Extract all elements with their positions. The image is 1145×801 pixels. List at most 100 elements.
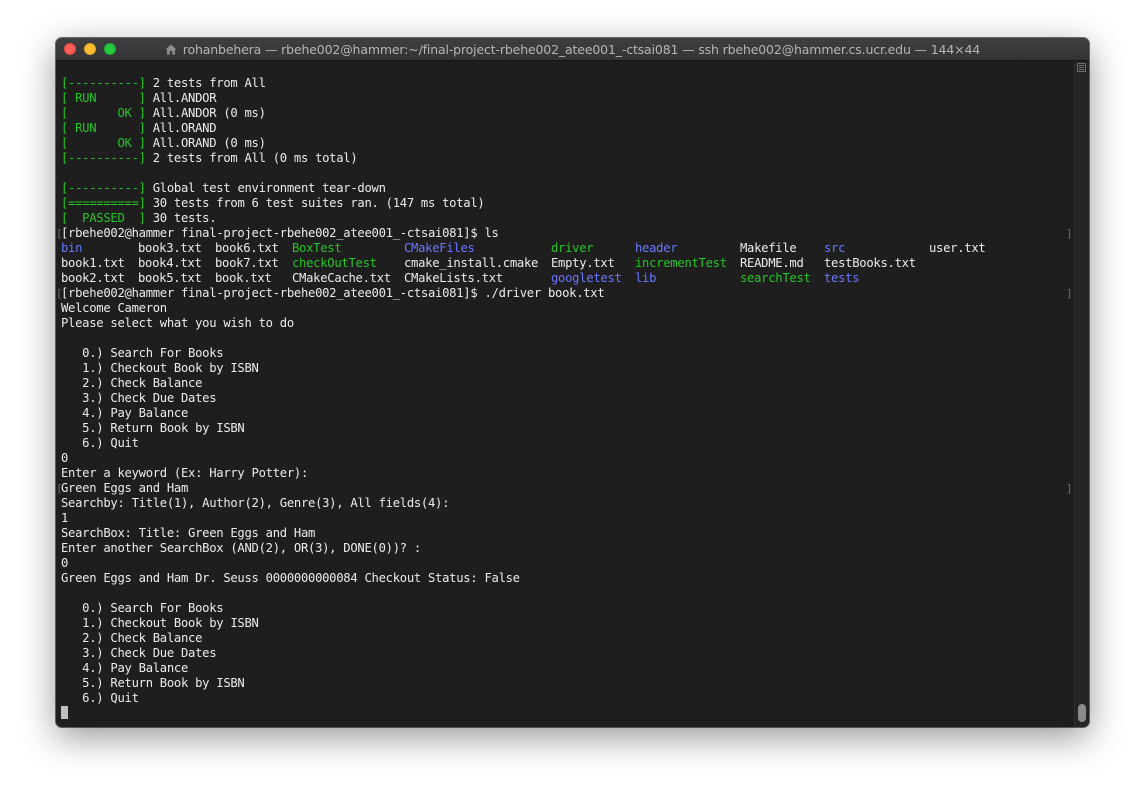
- terminal-line: [] [rbehe002@hammer final-project-rbehe00…: [56, 226, 1073, 241]
- ls-entry: CMakeFiles: [404, 241, 475, 255]
- terminal-text: 30 tests.: [152, 211, 217, 225]
- terminal-line: 3.) Check Due Dates: [61, 646, 1073, 661]
- terminal-line: 1: [61, 511, 1073, 526]
- ls-output-row: bin book3.txt book6.txt BoxTest CMakeFiles dr…: [61, 241, 1073, 256]
- home-folder-icon: [165, 44, 177, 55]
- terminal-text: All.ANDOR (0 ms): [152, 106, 266, 120]
- terminal-line: Green Eggs and Ham Dr. Seuss 00000000000…: [61, 571, 1073, 586]
- ls-entry: bin: [61, 241, 83, 255]
- terminal-line: 5.) Return Book by ISBN: [61, 676, 1073, 691]
- ls-entry: tests: [824, 271, 860, 285]
- terminal-line: 0: [61, 556, 1073, 571]
- terminal-text: Global test environment tear-down: [152, 181, 386, 195]
- ls-entry: cmake_install.cmake: [404, 256, 539, 270]
- window-title: rohanbehera — rbehe002@hammer:~/final-pr…: [56, 42, 1089, 57]
- terminal-line: 5.) Return Book by ISBN: [61, 421, 1073, 436]
- terminal-text: 30 tests from 6 test suites ran. (147 ms…: [152, 196, 485, 210]
- terminal-text: Green Eggs and Ham: [61, 481, 189, 495]
- line-mark-left-icon: [: [56, 482, 63, 495]
- terminal-text: [----------]: [61, 76, 153, 90]
- terminal-text: 3.) Check Due Dates: [61, 646, 217, 660]
- terminal-text: [----------]: [61, 151, 153, 165]
- scrollbar-thumb[interactable]: [1078, 704, 1086, 722]
- terminal-line: [] [rbehe002@hammer final-project-rbehe00…: [56, 286, 1073, 301]
- line-mark-left-icon: [: [56, 227, 63, 240]
- ls-entry: CMakeLists.txt: [404, 271, 503, 285]
- ls-entry: book6.txt: [215, 241, 279, 255]
- terminal-line: 2.) Check Balance: [61, 376, 1073, 391]
- terminal-text: 4.) Pay Balance: [61, 406, 189, 420]
- text-cursor: [61, 706, 68, 719]
- ls-entry: Empty.txt: [551, 256, 615, 270]
- terminal-line: [ PASSED ] 30 tests.: [61, 211, 1073, 226]
- line-mark-right-icon: ]: [1066, 227, 1073, 240]
- ls-entry: BoxTest: [292, 241, 342, 255]
- ls-entry: book1.txt: [61, 256, 125, 270]
- terminal-text: All.ORAND: [152, 121, 217, 135]
- ls-entry: book2.txt: [61, 271, 125, 285]
- terminal-text: 1: [61, 511, 69, 525]
- terminal-line: Please select what you wish to do: [61, 316, 1073, 331]
- ls-entry: user.txt: [929, 241, 986, 255]
- terminal-view[interactable]: [----------] 2 tests from All[ RUN ] All…: [56, 61, 1075, 727]
- terminal-line: [61, 706, 1073, 721]
- window-title-text: rohanbehera — rbehe002@hammer:~/final-pr…: [182, 42, 981, 57]
- ls-entry: Makefile: [740, 241, 797, 255]
- ls-entry: README.md: [740, 256, 804, 270]
- terminal-text: 2.) Check Balance: [61, 376, 203, 390]
- terminal-text: 6.) Quit: [61, 436, 139, 450]
- terminal-text: [==========]: [61, 196, 153, 210]
- ls-entry: book5.txt: [138, 271, 202, 285]
- terminal-line: 6.) Quit: [61, 691, 1073, 706]
- terminal-text: 2.) Check Balance: [61, 631, 203, 645]
- terminal-line: 4.) Pay Balance: [61, 406, 1073, 421]
- ls-entry: searchTest: [740, 271, 811, 285]
- terminal-text: Green Eggs and Ham Dr. Seuss 00000000000…: [61, 571, 520, 585]
- terminal-text: 0: [61, 451, 69, 465]
- terminal-text: 4.) Pay Balance: [61, 661, 189, 675]
- ls-output-row: book1.txt book4.txt book7.txt checkOutTest c…: [61, 256, 1073, 271]
- ls-entry: book4.txt: [138, 256, 202, 270]
- terminal-line: [ OK ] All.ANDOR (0 ms): [61, 106, 1073, 121]
- ls-entry: src: [824, 241, 846, 255]
- terminal-text: [ OK ]: [61, 106, 153, 120]
- ls-output-row: book2.txt book5.txt book.txt CMakeCache.txt…: [61, 271, 1073, 286]
- terminal-text: 5.) Return Book by ISBN: [61, 421, 245, 435]
- ls-entry: book7.txt: [215, 256, 279, 270]
- terminal-line: [] Green Eggs and Ham: [56, 481, 1073, 496]
- terminal-line: 0.) Search For Books: [61, 346, 1073, 361]
- terminal-text: 5.) Return Book by ISBN: [61, 676, 245, 690]
- scrollbar[interactable]: [1074, 61, 1089, 727]
- ls-entry: googletest: [551, 271, 622, 285]
- terminal-text: Searchby: Title(1), Author(2), Genre(3),…: [61, 496, 450, 510]
- terminal-text: [rbehe002@hammer final-project-rbehe002_…: [61, 286, 605, 300]
- line-mark-right-icon: ]: [1066, 287, 1073, 300]
- terminal-line: Searchby: Title(1), Author(2), Genre(3),…: [61, 496, 1073, 511]
- terminal-output[interactable]: [----------] 2 tests from All[ RUN ] All…: [56, 76, 1073, 726]
- terminal-text: [----------]: [61, 181, 153, 195]
- terminal-line: [----------] 2 tests from All: [61, 76, 1073, 91]
- scrollbar-menu-icon[interactable]: [1077, 63, 1086, 72]
- terminal-line: [ RUN ] All.ANDOR: [61, 91, 1073, 106]
- ls-entry: driver: [551, 241, 594, 255]
- terminal-line: Enter another SearchBox (AND(2), OR(3), …: [61, 541, 1073, 556]
- terminal-line: [==========] 30 tests from 6 test suites…: [61, 196, 1073, 211]
- terminal-window: rohanbehera — rbehe002@hammer:~/final-pr…: [56, 38, 1089, 727]
- terminal-line: [----------] 2 tests from All (0 ms tota…: [61, 151, 1073, 166]
- terminal-text: 0: [61, 556, 69, 570]
- terminal-line: SearchBox: Title: Green Eggs and Ham: [61, 526, 1073, 541]
- terminal-text: 6.) Quit: [61, 691, 139, 705]
- title-bar[interactable]: rohanbehera — rbehe002@hammer:~/final-pr…: [56, 38, 1089, 61]
- terminal-text: SearchBox: Title: Green Eggs and Ham: [61, 526, 316, 540]
- terminal-line: [----------] Global test environment tea…: [61, 181, 1073, 196]
- terminal-text: 2 tests from All (0 ms total): [152, 151, 358, 165]
- terminal-line: Welcome Cameron: [61, 301, 1073, 316]
- ls-entry: checkOutTest: [292, 256, 377, 270]
- terminal-line: Enter a keyword (Ex: Harry Potter):: [61, 466, 1073, 481]
- terminal-text: All.ORAND (0 ms): [152, 136, 266, 150]
- ls-entry: CMakeCache.txt: [292, 271, 391, 285]
- terminal-text: 2 tests from All: [152, 76, 266, 90]
